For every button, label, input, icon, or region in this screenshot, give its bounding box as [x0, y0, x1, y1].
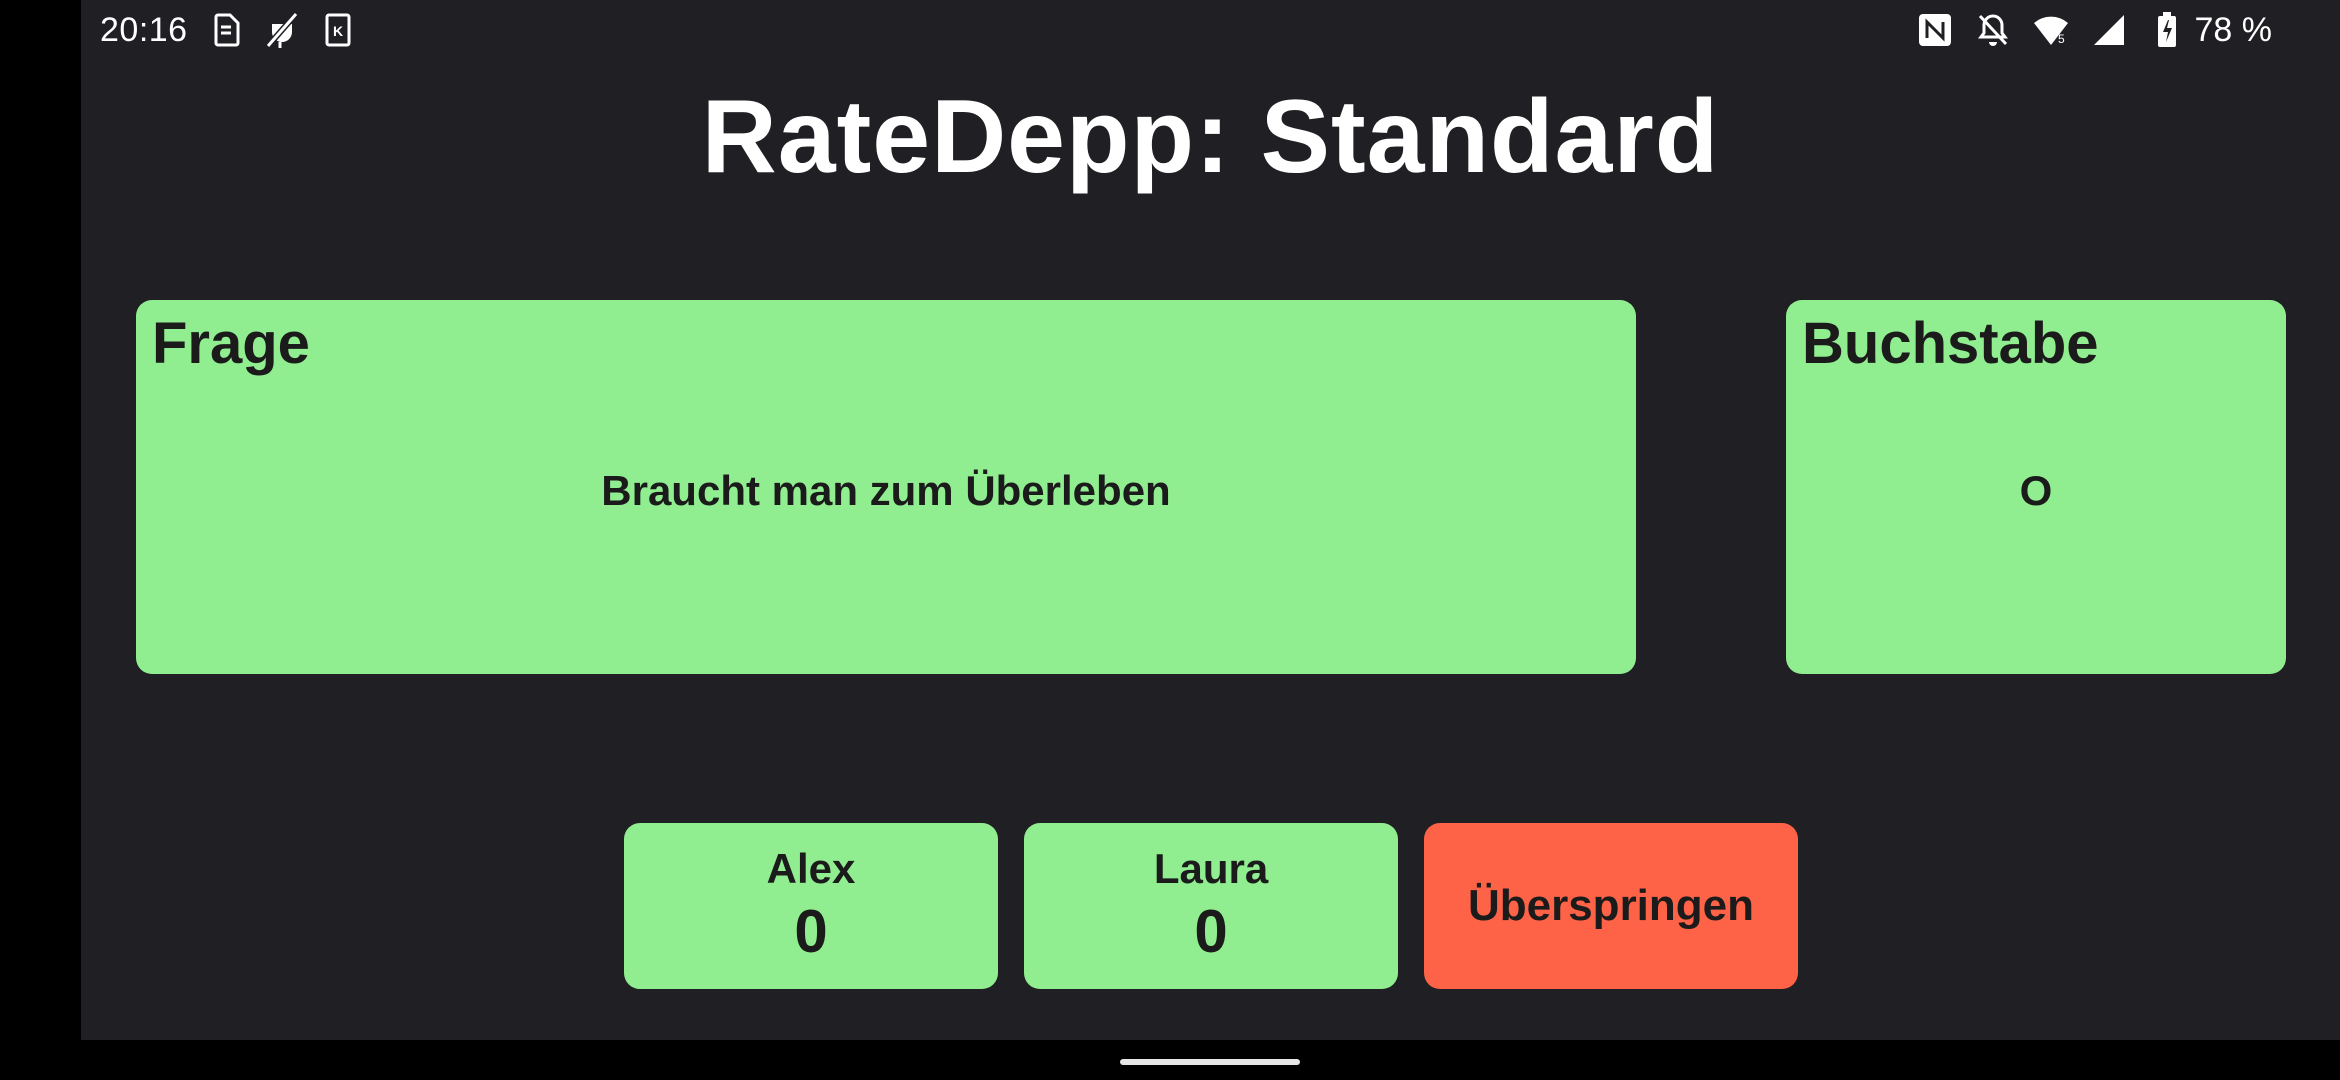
nfc-icon — [1915, 10, 1955, 50]
battery-charging-icon — [2147, 10, 2187, 50]
letter-card: Buchstabe O — [1786, 300, 2286, 674]
status-time: 20:16 — [100, 10, 188, 49]
player-button-laura[interactable]: Laura 0 — [1024, 823, 1398, 989]
screen: 20:16 K 5 78 % RateDepp: Standard Frage … — [0, 0, 2340, 1080]
bell-off-icon — [1973, 10, 2013, 50]
page-title: RateDepp: Standard — [701, 79, 1720, 195]
player-score: 0 — [1194, 898, 1228, 965]
player-name: Laura — [1153, 845, 1269, 892]
signal-icon — [2089, 10, 2129, 50]
letter-value: O — [2019, 467, 2053, 514]
sd-card-icon — [206, 10, 246, 50]
question-text: Braucht man zum Überleben — [601, 467, 1171, 514]
question-card: Frage Braucht man zum Überleben — [136, 300, 1636, 674]
battery-percentage: 78 % — [2194, 10, 2273, 49]
status-bar-left: 20:16 K — [100, 8, 374, 52]
wifi-icon: 5 — [2031, 10, 2071, 50]
svg-text:K: K — [333, 23, 343, 39]
player-name: Alex — [766, 845, 856, 892]
k-app-icon: K — [318, 10, 358, 50]
skip-button[interactable]: Überspringen — [1424, 823, 1798, 989]
svg-text:5: 5 — [2058, 32, 2065, 46]
gesture-nav-handle[interactable] — [1120, 1059, 1300, 1065]
status-bar-right: 5 78 % — [1897, 8, 2273, 52]
player-button-alex[interactable]: Alex 0 — [624, 823, 998, 989]
player-score: 0 — [794, 898, 828, 965]
no-charging-icon — [262, 10, 302, 50]
